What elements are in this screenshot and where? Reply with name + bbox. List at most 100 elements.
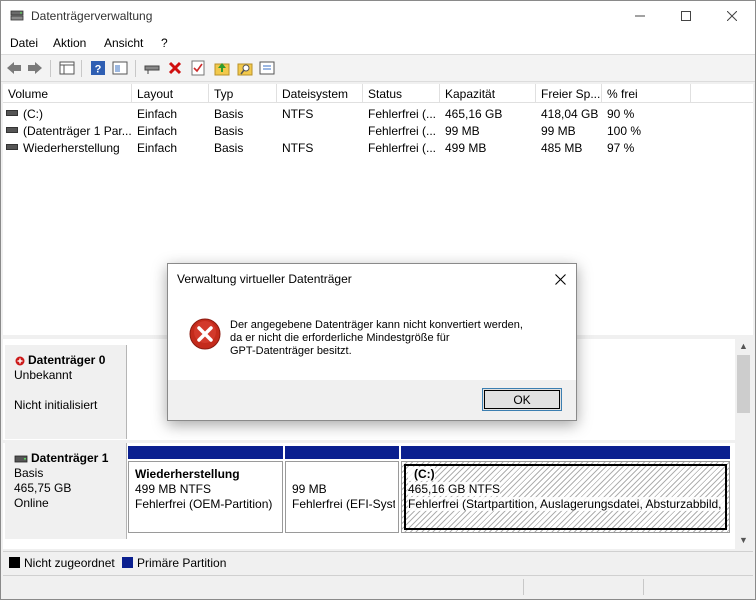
minimize-button[interactable]: [617, 1, 663, 31]
volume-name: Wiederherstellung: [23, 141, 120, 155]
help-icon: ?: [91, 61, 105, 76]
partition-c[interactable]: (C:) 465,16 GB NTFS Fehlerfrei (Startpar…: [401, 446, 730, 533]
volume-status: Fehlerfrei (...: [368, 141, 437, 155]
status-separator: [643, 579, 644, 595]
volume-type: Basis: [214, 107, 244, 121]
volume-name: (Datenträger 1 Par...: [23, 124, 131, 138]
column-header-capacity[interactable]: Kapazität: [440, 84, 536, 103]
close-window-button[interactable]: [709, 1, 755, 31]
volume-capacity: 465,16 GB: [445, 107, 503, 121]
partition-name: [292, 467, 392, 482]
dialog-footer: OK: [168, 380, 576, 420]
minimize-icon: [635, 15, 645, 17]
disk-0-label[interactable]: Datenträger 0 Unbekannt Nicht initialisi…: [5, 345, 127, 439]
up-folder-icon: [214, 63, 230, 76]
column-header-free-space[interactable]: Freier Sp...: [536, 84, 602, 103]
column-header-empty: [691, 84, 753, 103]
scrollbar-thumb[interactable]: [737, 355, 750, 413]
panel-button[interactable]: [111, 59, 129, 77]
disk-0-state: Nicht initialisiert: [14, 398, 98, 412]
column-header-layout[interactable]: Layout: [132, 84, 209, 103]
scroll-down-icon[interactable]: ▼: [739, 535, 748, 545]
title-bar: Datenträgerverwaltung: [1, 1, 755, 32]
legend-primary-swatch: [122, 557, 133, 568]
disk-0-type: Unbekannt: [14, 368, 73, 382]
toolbar-separator: [50, 60, 51, 77]
maximize-button[interactable]: [663, 1, 709, 31]
volume-capacity: 99 MB: [445, 124, 480, 138]
disk-0-name: Datenträger 0: [28, 353, 106, 367]
delete-button[interactable]: [166, 59, 184, 77]
help-button[interactable]: ?: [89, 59, 107, 77]
column-header-filesystem[interactable]: Dateisystem: [277, 84, 363, 103]
search-folder-button[interactable]: [236, 59, 254, 77]
error-icon: [189, 318, 221, 350]
partition-type-bar: [128, 446, 283, 459]
menu-bar: Datei Aktion Ansicht ?: [1, 32, 755, 54]
partition-size: 499 MB NTFS: [135, 482, 212, 496]
partition-type-bar: [285, 446, 399, 459]
toolbar-separator: [81, 60, 82, 77]
window-title: Datenträgerverwaltung: [31, 9, 153, 23]
disk-management-window: Datenträgerverwaltung Datei Aktion Ansic…: [0, 0, 756, 600]
list-view-icon: [59, 61, 75, 75]
panel-icon: [112, 61, 128, 75]
volume-status: Fehlerfrei (...: [368, 107, 437, 121]
list-view-button[interactable]: [58, 59, 76, 77]
menu-help[interactable]: ?: [161, 36, 168, 50]
disk-1-state: Online: [14, 496, 49, 510]
volume-layout: Einfach: [137, 124, 178, 138]
dialog-close-button[interactable]: [550, 269, 570, 289]
menu-view[interactable]: Ansicht: [104, 36, 143, 50]
toolbar-separator: [135, 60, 136, 77]
legend-primary-label: Primäre Partition: [137, 556, 227, 570]
column-header-status[interactable]: Status: [363, 84, 440, 103]
volume-icon: [6, 144, 18, 150]
column-header-type[interactable]: Typ: [209, 84, 277, 103]
legend-unallocated-label: Nicht zugeordnet: [24, 556, 115, 570]
status-separator: [523, 579, 524, 595]
back-arrow-icon: [7, 62, 21, 74]
disk-1-label[interactable]: Datenträger 1 Basis 465,75 GB Online: [5, 443, 127, 539]
disk-error-icon: [15, 356, 25, 365]
maximize-icon: [681, 11, 691, 21]
column-header-percent-free[interactable]: % frei: [602, 84, 691, 103]
toolbar: ?: [1, 54, 755, 82]
volume-free-space: 485 MB: [541, 141, 583, 155]
volume-filesystem: NTFS: [282, 141, 314, 155]
partition-name: Wiederherstellung: [135, 467, 240, 481]
disk-pane-scrollbar[interactable]: ▲ ▼: [735, 339, 752, 549]
partition-size: 99 MB: [292, 482, 327, 496]
ok-button[interactable]: OK: [482, 388, 562, 411]
check-button[interactable]: [189, 59, 207, 77]
volume-name: (C:): [23, 107, 43, 121]
disk-1-name: Datenträger 1: [31, 451, 109, 465]
menu-action[interactable]: Aktion: [53, 36, 86, 50]
disk-1-type: Basis: [14, 466, 44, 480]
legend-unallocated-swatch: [9, 557, 20, 568]
partition-size: 465,16 GB NTFS: [408, 482, 501, 496]
search-folder-icon: [237, 63, 253, 76]
dialog-message: Der angegebene Datenträger kann nicht ko…: [230, 319, 570, 358]
volume-free-space: 418,04 GB: [541, 107, 599, 121]
partition-name: (C:): [408, 467, 435, 481]
connect-button[interactable]: [143, 59, 161, 77]
volume-percent-free: 97 %: [607, 141, 635, 155]
partition-recovery[interactable]: Wiederherstellung 499 MB NTFS Fehlerfrei…: [128, 446, 283, 533]
delete-icon: [168, 61, 182, 75]
legend: Nicht zugeordnet Primäre Partition: [3, 551, 753, 573]
column-header-volume[interactable]: Volume: [3, 84, 132, 103]
volume-icon: [6, 127, 18, 133]
volume-layout: Einfach: [137, 107, 178, 121]
forward-button[interactable]: [26, 59, 44, 77]
partition-efi[interactable]: 99 MB Fehlerfrei (EFI-Syste: [285, 446, 399, 533]
volume-layout: Einfach: [137, 141, 178, 155]
back-button[interactable]: [5, 59, 23, 77]
svg-text:?: ?: [95, 64, 102, 76]
menu-file[interactable]: Datei: [10, 36, 38, 50]
up-folder-button[interactable]: [213, 59, 231, 77]
volume-capacity: 499 MB: [445, 141, 487, 155]
scroll-up-icon[interactable]: ▲: [739, 341, 748, 351]
properties-button[interactable]: [258, 59, 276, 77]
dialog-message-line: GPT-Datenträger besitzt.: [230, 345, 352, 357]
